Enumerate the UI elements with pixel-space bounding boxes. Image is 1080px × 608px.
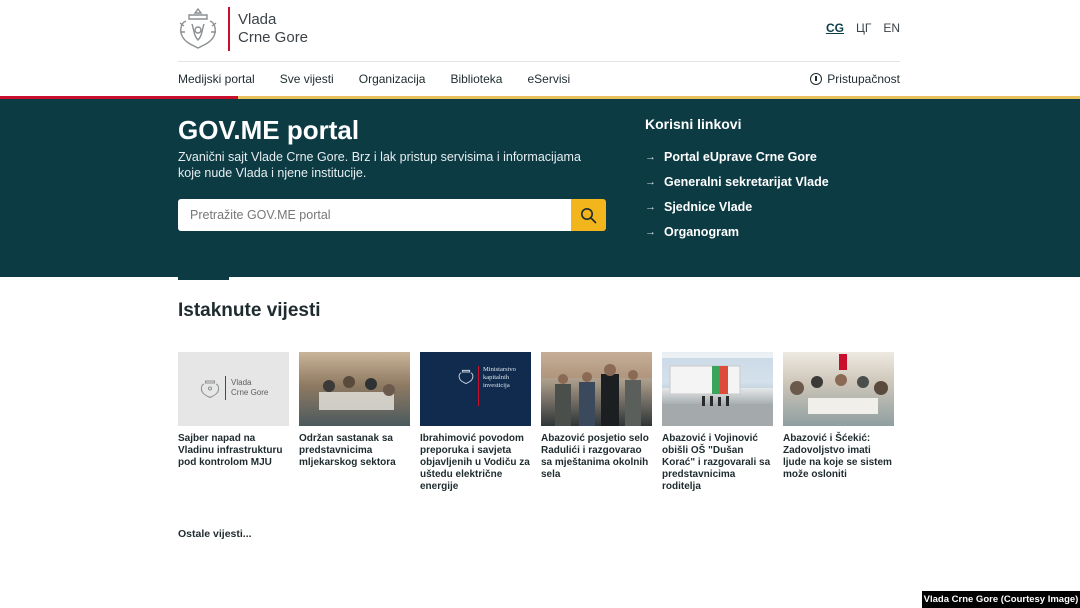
image-credit: Vlada Crne Gore (Courtesy Image) (922, 591, 1080, 608)
news-card[interactable]: Održan sastanak sa predstavnicima mljeka… (299, 352, 410, 493)
logo-divider (228, 7, 230, 51)
coat-of-arms-icon (200, 380, 220, 399)
news-title[interactable]: Ibrahimović povodom preporuka i savjeta … (420, 433, 531, 493)
search-bar: Pretražite GOV.ME portal (178, 199, 606, 231)
nav-item-all-news[interactable]: Sve vijesti (280, 72, 334, 86)
useful-link-label: Portal eUprave Crne Gore (664, 149, 817, 164)
arrow-right-icon: → (645, 150, 656, 163)
thumbnail-logo: Ministarstvo kapitalnih investicija (458, 366, 516, 406)
more-news-link[interactable]: Ostale vijesti... (178, 528, 252, 540)
language-switcher: CG ЦГ EN (826, 21, 900, 35)
news-card[interactable]: Abazović i Šćekić: Zadovoljstvo imati lj… (783, 352, 894, 493)
coat-of-arms-icon (179, 7, 217, 49)
nav-item-library[interactable]: Biblioteka (450, 72, 502, 86)
useful-link-organogram[interactable]: → Organogram (645, 219, 829, 244)
logo-divider (478, 366, 479, 406)
nav-item-eservices[interactable]: eServisi (527, 72, 570, 86)
news-thumbnail[interactable] (662, 352, 773, 426)
nav-item-media-portal[interactable]: Medijski portal (178, 72, 255, 86)
logo-line-2: Crne Gore (238, 29, 309, 46)
useful-link-label: Organogram (664, 224, 740, 239)
language-cg[interactable]: CG (826, 21, 844, 35)
featured-news-title: Istaknute vijesti (178, 300, 321, 321)
accessibility-icon (810, 73, 823, 85)
header: Vlada Crne Gore CG ЦГ EN (0, 0, 1080, 62)
thumbnail-logo-text: Vlada Crne Gore (231, 378, 268, 398)
news-title[interactable]: Abazović i Šćekić: Zadovoljstvo imati lj… (783, 433, 894, 481)
news-card[interactable]: Abazović i Vojinović obišli OŠ "Dušan Ko… (662, 352, 773, 493)
useful-link-sessions[interactable]: → Sjednice Vlade (645, 194, 829, 219)
useful-link-secretariat[interactable]: → Generalni sekretarijat Vlade (645, 169, 829, 194)
school-photo (662, 358, 773, 426)
news-card[interactable]: Ministarstvo kapitalnih investicija Ibra… (420, 352, 531, 493)
news-thumbnail[interactable] (299, 352, 410, 426)
logo-text: Vlada Crne Gore (238, 11, 308, 47)
meeting-photo (319, 376, 395, 410)
news-thumbnail[interactable] (541, 352, 652, 426)
arrow-right-icon: → (645, 175, 656, 188)
news-thumbnail[interactable]: Ministarstvo kapitalnih investicija (420, 352, 531, 426)
logo-divider (225, 376, 226, 400)
thumbnail-logo-line-3: investicija (483, 382, 510, 389)
arrow-right-icon: → (645, 200, 656, 213)
accessibility-button[interactable]: Pristupačnost (810, 62, 900, 96)
news-thumbnail[interactable] (783, 352, 894, 426)
useful-link-euprava[interactable]: → Portal eUprave Crne Gore (645, 144, 829, 169)
language-cyrillic[interactable]: ЦГ (856, 21, 871, 35)
useful-link-label: Sjednice Vlade (664, 199, 753, 214)
hero-tab-indicator (178, 277, 229, 280)
nav-item-organization[interactable]: Organizacija (359, 72, 426, 86)
useful-links-title: Korisni linkovi (645, 116, 742, 132)
news-thumbnail[interactable]: Vlada Crne Gore (178, 352, 289, 426)
news-title[interactable]: Abazović i Vojinović obišli OŠ "Dušan Ko… (662, 433, 773, 493)
thumbnail-logo-line-1: Vlada (231, 378, 252, 387)
featured-news-list: Vlada Crne Gore Sajber napad na Vladinu … (178, 352, 894, 493)
thumbnail-logo-line-2: kapitalnih (483, 374, 509, 381)
search-icon (581, 207, 597, 223)
news-title[interactable]: Održan sastanak sa predstavnicima mljeka… (299, 433, 410, 469)
search-input[interactable]: Pretražite GOV.ME portal (178, 199, 571, 231)
thumbnail-logo-line-2: Crne Gore (231, 388, 269, 397)
useful-link-label: Generalni sekretarijat Vlade (664, 174, 829, 189)
thumbnail-logo: Vlada Crne Gore (200, 376, 268, 400)
logo-line-1: Vlada (238, 11, 277, 28)
accessibility-label: Pristupačnost (827, 72, 900, 86)
news-card[interactable]: Vlada Crne Gore Sajber napad na Vladinu … (178, 352, 289, 493)
hero-title: GOV.ME portal (178, 115, 360, 145)
language-en[interactable]: EN (883, 21, 900, 35)
news-title[interactable]: Sajber napad na Vladinu infrastrukturu p… (178, 433, 289, 469)
useful-links-list: → Portal eUprave Crne Gore → Generalni s… (645, 144, 829, 244)
village-visit-photo (541, 352, 652, 426)
thumbnail-logo-text: Ministarstvo kapitalnih investicija (483, 366, 516, 390)
hero-banner: GOV.ME portal Zvanični sajt Vlade Crne G… (0, 99, 1080, 277)
coat-of-arms-icon (458, 369, 474, 385)
search-button[interactable] (571, 199, 606, 231)
hero-subtitle: Zvanični sajt Vlade Crne Gore. Brz i lak… (178, 150, 581, 180)
main-navigation: Medijski portal Sve vijesti Organizacija… (178, 62, 900, 96)
arrow-right-icon: → (645, 225, 656, 238)
news-card[interactable]: Abazović posjetio selo Radulići i razgov… (541, 352, 652, 493)
roundtable-photo (790, 354, 888, 414)
news-title[interactable]: Abazović posjetio selo Radulići i razgov… (541, 433, 652, 481)
thumbnail-logo-line-1: Ministarstvo (483, 366, 516, 373)
government-logo[interactable]: Vlada Crne Gore (178, 6, 308, 52)
